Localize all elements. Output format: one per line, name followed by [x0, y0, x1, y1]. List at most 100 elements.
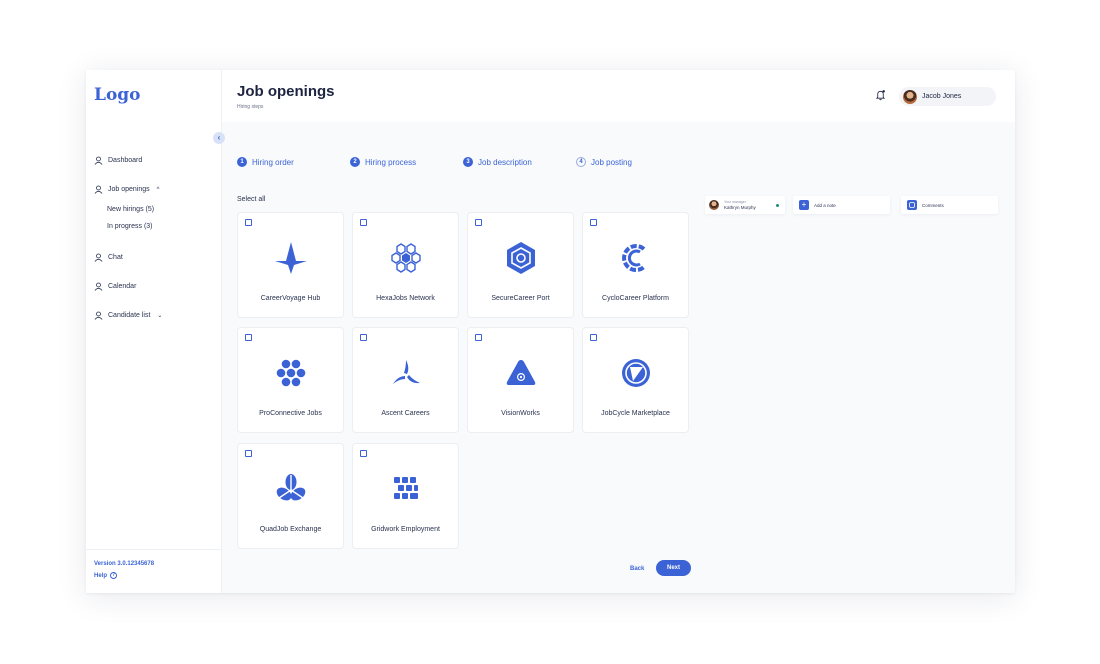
step-label: Job description: [478, 157, 532, 167]
next-button[interactable]: Next: [656, 560, 691, 576]
plus-icon: +: [799, 200, 809, 210]
card-label: QuadJob Exchange: [259, 526, 322, 533]
user-icon: [94, 253, 103, 262]
step-label: Job posting: [591, 157, 632, 167]
sidebar-item-chat[interactable]: Chat: [94, 253, 123, 262]
help-icon: ?: [110, 572, 118, 579]
manager-info: Your manager Kathryn Murphy: [724, 200, 756, 211]
job-board-card[interactable]: Gridwork Employment: [352, 443, 459, 549]
manager-name: Kathryn Murphy: [724, 205, 756, 210]
job-board-card[interactable]: QuadJob Exchange: [237, 443, 344, 549]
step-hiring-order[interactable]: 1 Hiring order: [237, 157, 294, 167]
comments-label: Comments: [922, 202, 944, 208]
comment-icon: [907, 200, 917, 210]
step-number: 3: [463, 157, 473, 167]
step-number: 2: [350, 157, 360, 167]
notification-bell-icon[interactable]: [875, 89, 886, 101]
card-checkbox[interactable]: [360, 450, 367, 457]
sidebar-item-calendar[interactable]: Calendar: [94, 282, 136, 291]
card-label: HexaJobs Network: [376, 295, 435, 302]
card-label: VisionWorks: [501, 410, 540, 417]
sidebar-item-label: Candidate list: [108, 312, 151, 319]
star-compass-icon: [275, 242, 307, 274]
job-board-card[interactable]: CycloCareer Platform: [582, 212, 689, 318]
sidebar-item-candidate-list[interactable]: Candidate list ⌄: [94, 311, 162, 320]
card-checkbox[interactable]: [475, 219, 482, 226]
avatar: [903, 89, 917, 104]
hexagon-shield-icon: [507, 242, 535, 274]
card-checkbox[interactable]: [475, 334, 482, 341]
user-icon: [94, 185, 103, 194]
help-label: Help: [94, 572, 108, 579]
job-board-card[interactable]: VisionWorks: [467, 327, 574, 433]
block-grid-icon: [394, 477, 418, 499]
card-label: Ascent Careers: [381, 410, 430, 417]
step-label: Hiring order: [252, 157, 294, 167]
header: Job openings Hiring steps Jacob Jones: [222, 70, 1015, 122]
sidebar-item-job-openings[interactable]: Job openings ^: [94, 185, 159, 194]
chevron-up-icon[interactable]: ^: [157, 187, 160, 193]
user-icon: [94, 282, 103, 291]
sidebar-item-label: Calendar: [108, 283, 137, 290]
card-label: Gridwork Employment: [371, 526, 440, 533]
card-label: ProConnective Jobs: [259, 410, 322, 417]
add-note-button[interactable]: + Add a note: [793, 196, 890, 214]
job-board-card[interactable]: CareerVoyage Hub: [237, 212, 344, 318]
trefoil-icon: [276, 474, 306, 501]
manager-avatar: [709, 200, 719, 210]
collapse-sidebar-button[interactable]: ‹: [213, 132, 225, 144]
card-checkbox[interactable]: [245, 334, 252, 341]
user-name: Jacob Jones: [922, 93, 962, 100]
sidebar-divider: [86, 549, 222, 550]
app-window: Logo Dashboard Job openings ^ New hiring…: [86, 70, 1015, 593]
sidebar-item-label: Chat: [108, 254, 123, 261]
card-checkbox[interactable]: [245, 450, 252, 457]
step-hiring-process[interactable]: 2 Hiring process: [350, 157, 416, 167]
card-checkbox[interactable]: [590, 219, 597, 226]
back-button[interactable]: Back: [630, 566, 644, 572]
chevron-down-icon[interactable]: ⌄: [157, 312, 162, 319]
sidebar-item-dashboard[interactable]: Dashboard: [94, 156, 142, 165]
job-board-card[interactable]: JobCycle Marketplace: [582, 327, 689, 433]
card-label: CycloCareer Platform: [602, 295, 669, 302]
sidebar-subitem-in-progress[interactable]: In progress (3): [107, 223, 153, 230]
step-job-posting[interactable]: 4 Job posting: [576, 157, 632, 167]
hex-flower-icon: [276, 359, 306, 387]
card-label: CareerVoyage Hub: [260, 295, 321, 302]
user-icon: [94, 311, 103, 320]
job-board-card[interactable]: HexaJobs Network: [352, 212, 459, 318]
comments-button[interactable]: Comments: [901, 196, 998, 214]
card-checkbox[interactable]: [360, 219, 367, 226]
sidebar-item-label: Dashboard: [108, 157, 143, 164]
card-label: JobCycle Marketplace: [601, 410, 670, 417]
user-icon: [94, 156, 103, 165]
job-board-card[interactable]: ProConnective Jobs: [237, 327, 344, 433]
step-number: 1: [237, 157, 247, 167]
cyclo-c-icon: [622, 244, 646, 272]
card-label: SecureCareer Port: [491, 295, 550, 302]
aperture-circle-icon: [622, 359, 650, 387]
sidebar-subitem-new-hirings[interactable]: New hirings (5): [107, 206, 154, 213]
sidebar-item-label: Job openings: [108, 186, 150, 193]
job-board-card[interactable]: Ascent Careers: [352, 327, 459, 433]
page-title: Job openings: [237, 83, 335, 100]
step-job-description[interactable]: 3 Job description: [463, 157, 532, 167]
hexagon-cluster-icon: [391, 243, 421, 273]
page-subtitle: Hiring steps: [237, 104, 264, 110]
card-checkbox[interactable]: [245, 219, 252, 226]
card-checkbox[interactable]: [360, 334, 367, 341]
triskelion-icon: [393, 360, 420, 384]
sidebar: Logo Dashboard Job openings ^ New hiring…: [86, 70, 222, 593]
version-label: Version 3.0.12345678: [94, 561, 155, 567]
job-board-card[interactable]: SecureCareer Port: [467, 212, 574, 318]
triangle-eye-icon: [506, 360, 536, 385]
step-number: 4: [576, 157, 586, 167]
help-link[interactable]: Help ?: [94, 572, 118, 579]
select-all-link[interactable]: Select all: [237, 196, 265, 203]
logo[interactable]: Logo: [94, 85, 141, 105]
online-status-dot: [776, 203, 779, 207]
card-checkbox[interactable]: [590, 334, 597, 341]
step-label: Hiring process: [365, 157, 417, 167]
user-menu[interactable]: Jacob Jones: [899, 87, 996, 106]
manager-card[interactable]: Your manager Kathryn Murphy: [705, 196, 785, 214]
